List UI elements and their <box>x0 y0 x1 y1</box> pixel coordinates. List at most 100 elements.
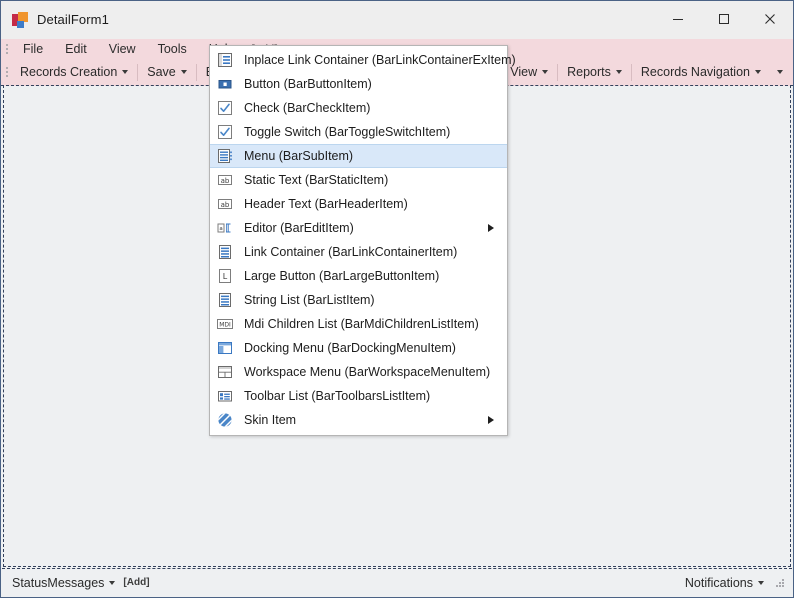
caption-buttons <box>655 1 793 37</box>
application-window: DetailForm1 File Edit View Tools Records… <box>0 0 794 598</box>
menu-option-label: Workspace Menu (BarWorkspaceMenuItem) <box>244 365 491 379</box>
workspace-menu-icon <box>215 362 235 382</box>
submenu-arrow-icon <box>488 416 494 424</box>
menu-bar-drag-handle[interactable] <box>3 42 10 56</box>
menu-item-tools[interactable]: Tools <box>147 40 198 59</box>
close-button[interactable] <box>747 1 793 37</box>
menu-option-workspace-menu[interactable]: Workspace Menu (BarWorkspaceMenuItem) <box>210 360 507 384</box>
chevron-down-icon <box>542 69 549 74</box>
chevron-down-icon <box>109 580 116 585</box>
link-container-ex-icon <box>215 50 235 70</box>
menu-option-button[interactable]: Button (BarButtonItem) <box>210 72 507 96</box>
toolbar-list-icon <box>215 386 235 406</box>
button-icon <box>215 74 235 94</box>
mdi-children-list-icon: MDI <box>215 314 235 334</box>
status-bar-label: Notifications <box>684 575 753 590</box>
svg-text:MDI: MDI <box>219 322 231 329</box>
toolbar-button-label: Records Navigation <box>640 64 750 79</box>
menu-option-label: Link Container (BarLinkContainerItem) <box>244 245 458 259</box>
header-text-icon: ab <box>215 194 235 214</box>
chevron-down-icon <box>615 69 622 74</box>
menu-option-label: Toolbar List (BarToolbarsListItem) <box>244 389 431 403</box>
app-tiles-icon <box>12 11 28 28</box>
menu-option-label: Large Button (BarLargeButtonItem) <box>244 269 440 283</box>
submenu-arrow-icon <box>488 224 494 232</box>
menu-option-string-list[interactable]: String List (BarListItem) <box>210 288 507 312</box>
menu-option-label: String List (BarListItem) <box>244 293 375 307</box>
chevron-down-icon <box>777 69 783 74</box>
skin-item-icon <box>215 410 235 430</box>
title-bar: DetailForm1 <box>1 1 793 39</box>
toolbar-separator <box>137 63 139 81</box>
maximize-icon <box>719 14 729 24</box>
menu-option-label: Check (BarCheckItem) <box>244 101 371 115</box>
toolbar-button-label: Save <box>147 64 176 79</box>
menu-item-file[interactable]: File <box>12 40 54 59</box>
toolbar-button-records-navigation[interactable]: Records Navigation <box>633 62 769 83</box>
menu-option-large-button[interactable]: L Large Button (BarLargeButtonItem) <box>210 264 507 288</box>
status-bar-label: StatusMessages <box>12 575 105 590</box>
minimize-icon <box>673 19 683 20</box>
menu-item-edit[interactable]: Edit <box>54 40 98 59</box>
menu-option-skin-item[interactable]: Skin Item <box>210 408 507 432</box>
window-resize-grip[interactable] <box>774 577 786 589</box>
menu-option-link-container[interactable]: Link Container (BarLinkContainerItem) <box>210 240 507 264</box>
menu-option-docking-menu[interactable]: Docking Menu (BarDockingMenuItem) <box>210 336 507 360</box>
status-bar: StatusMessages [Add] Notifications <box>2 568 792 596</box>
menu-option-editor[interactable]: a Editor (BarEditItem) <box>210 216 507 240</box>
chevron-down-icon <box>758 580 764 585</box>
menu-option-inplace-link-container[interactable]: Inplace Link Container (BarLinkContainer… <box>210 48 516 72</box>
toolbar-button-reports[interactable]: Reports <box>559 62 630 83</box>
add-item-dropdown-menu: Inplace Link Container (BarLinkContainer… <box>209 45 516 436</box>
toolbar-separator <box>557 63 559 81</box>
svg-text:L: L <box>223 272 228 281</box>
menu-option-label: Mdi Children List (BarMdiChildrenListIte… <box>244 317 479 331</box>
menu-option-label: Button (BarButtonItem) <box>244 77 372 91</box>
status-bar-status-messages[interactable]: StatusMessages <box>6 574 121 592</box>
close-icon <box>765 14 775 24</box>
large-button-icon: L <box>215 266 235 286</box>
menu-item-view[interactable]: View <box>98 40 147 59</box>
menu-option-label: Inplace Link Container (BarLinkContainer… <box>244 53 516 67</box>
svg-text:a: a <box>219 226 222 232</box>
menu-option-label: Static Text (BarStaticItem) <box>244 173 389 187</box>
toolbar-separator <box>630 63 632 81</box>
menu-option-label: Editor (BarEditItem) <box>244 221 354 235</box>
menu-option-header-text[interactable]: ab Header Text (BarHeaderItem) <box>210 192 507 216</box>
static-text-icon: ab <box>215 170 235 190</box>
string-list-icon <box>215 290 235 310</box>
window-title: DetailForm1 <box>37 12 109 27</box>
chevron-down-icon <box>755 69 761 74</box>
menu-option-label: Toggle Switch (BarToggleSwitchItem) <box>244 125 451 139</box>
svg-text:ab: ab <box>221 201 230 209</box>
tool-bar-drag-handle[interactable] <box>3 65 10 79</box>
toolbar-overflow-button[interactable] <box>769 67 793 78</box>
menu-option-label: Header Text (BarHeaderItem) <box>244 197 408 211</box>
toolbar-button-save[interactable]: Save <box>139 62 195 83</box>
maximize-button[interactable] <box>701 1 747 37</box>
menu-option-check[interactable]: Check (BarCheckItem) <box>210 96 507 120</box>
toolbar-separator <box>195 63 197 81</box>
svg-text:ab: ab <box>221 177 230 185</box>
menu-option-label: Menu (BarSubItem) <box>244 149 354 163</box>
menu-option-label: Skin Item <box>244 413 297 427</box>
minimize-button[interactable] <box>655 1 701 37</box>
chevron-down-icon <box>122 69 129 74</box>
sub-menu-icon <box>215 146 235 166</box>
toolbar-button-label: Reports <box>567 64 611 79</box>
status-bar-add-button[interactable]: [Add] <box>121 575 151 590</box>
docking-menu-icon <box>215 338 235 358</box>
menu-option-mdi-children-list[interactable]: MDI Mdi Children List (BarMdiChildrenLis… <box>210 312 507 336</box>
status-bar-notifications[interactable]: Notifications <box>679 574 770 592</box>
menu-option-toolbar-list[interactable]: Toolbar List (BarToolbarsListItem) <box>210 384 507 408</box>
menu-option-static-text[interactable]: ab Static Text (BarStaticItem) <box>210 168 507 192</box>
toggle-switch-icon <box>215 122 235 142</box>
toolbar-button-label: Records Creation <box>20 64 118 79</box>
menu-option-toggle-switch[interactable]: Toggle Switch (BarToggleSwitchItem) <box>210 120 507 144</box>
toolbar-button-records-creation[interactable]: Records Creation <box>12 62 136 83</box>
menu-option-label: Docking Menu (BarDockingMenuItem) <box>244 341 456 355</box>
chevron-down-icon <box>180 69 187 74</box>
menu-option-menu-subitem[interactable]: Menu (BarSubItem) <box>210 144 507 168</box>
check-icon <box>215 98 235 118</box>
link-container-icon <box>215 242 235 262</box>
